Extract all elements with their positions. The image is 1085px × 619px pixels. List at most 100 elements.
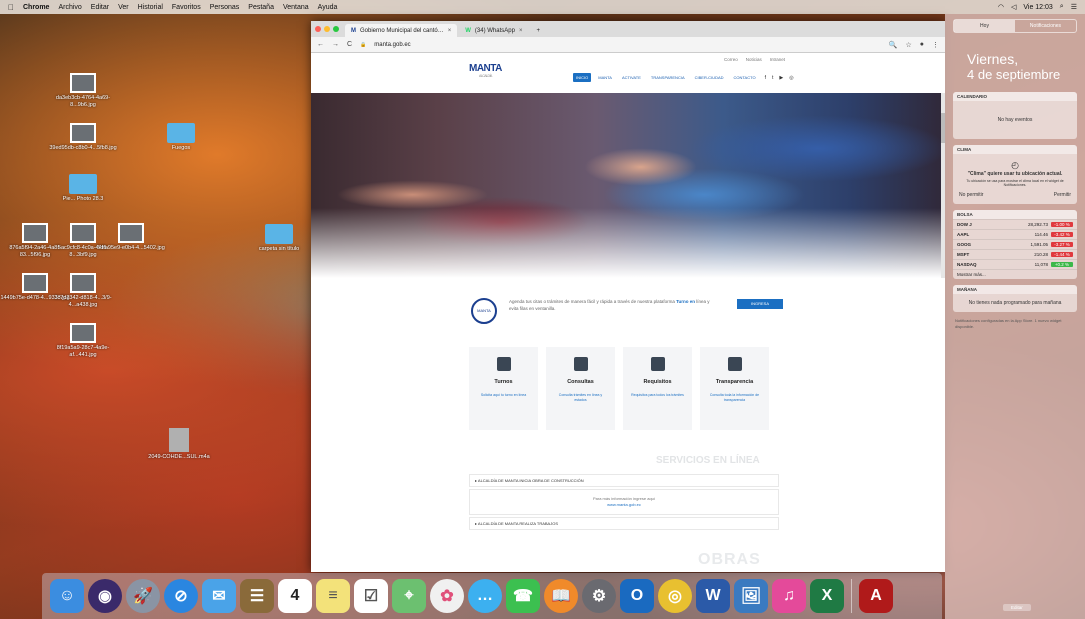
stock-change-badge[interactable]: +0.2 % xyxy=(1051,262,1073,267)
desktop-file-icon[interactable]: 3c7d2342-d818-4...3/9-4...a438.jpg xyxy=(48,273,118,308)
notification-center-icon[interactable]: ☰ xyxy=(1071,3,1077,11)
menu-historial[interactable]: Historial xyxy=(138,4,163,11)
accordion-item[interactable]: ▸ ALCALDÍA DE MANTA INICIA OBRA DE CONST… xyxy=(469,474,779,487)
stock-change-badge[interactable]: -3.42 % xyxy=(1051,232,1073,237)
desktop-file-icon[interactable]: 5dfa95e9-e0b4-4...5402.jpg xyxy=(96,223,166,252)
nav-activate[interactable]: ACTIVATE xyxy=(619,73,644,82)
spotlight-icon[interactable]: ⌕ xyxy=(1060,3,1064,11)
menu-personas[interactable]: Personas xyxy=(210,4,240,11)
dock-facetime-icon[interactable]: ☎ xyxy=(506,579,540,613)
dock-siri-icon[interactable]: ◉ xyxy=(88,579,122,613)
nav-ciber-ciudad[interactable]: CIBER-CIUDAD xyxy=(692,73,727,82)
tab-gobierno-municipal[interactable]: M Gobierno Municipal del cantó… × xyxy=(345,24,458,37)
stock-change-badge[interactable]: -1.00 % xyxy=(1051,222,1073,227)
menu-ventana[interactable]: Ventana xyxy=(283,4,309,11)
menu-editar[interactable]: Editar xyxy=(91,4,109,11)
dock-books-icon[interactable]: 📖 xyxy=(544,579,578,613)
new-tab-button[interactable]: + xyxy=(530,24,546,37)
reload-icon[interactable]: C xyxy=(347,41,352,48)
dock-notes-icon[interactable]: ≡ xyxy=(316,579,350,613)
manta-logo[interactable]: MANTA ALCALDÍA xyxy=(469,63,502,78)
stock-row[interactable]: DOW J 28,292.73 -1.00 % xyxy=(953,219,1077,229)
menubar-clock[interactable]: Vie 12:03 xyxy=(1023,4,1052,11)
stock-change-badge[interactable]: -3.27 % xyxy=(1051,242,1073,247)
card-requisitos[interactable]: Requisitos Requisitos para todos los trá… xyxy=(623,347,692,430)
dock-chrome-icon[interactable]: ◎ xyxy=(658,579,692,613)
notification-footer[interactable]: Notificaciones configuradas en la App St… xyxy=(955,318,1075,331)
dock-excel-icon[interactable]: X xyxy=(810,579,844,613)
dock-preview-icon[interactable]: 🖼 xyxy=(734,579,768,613)
back-icon[interactable]: ← xyxy=(317,41,324,48)
accordion-item[interactable]: ▸ ALCALDÍA DE MANTA REALIZA TRABAJOS xyxy=(469,517,779,530)
nav-transparencia[interactable]: TRANSPARENCIA xyxy=(648,73,688,82)
dock-maps-icon[interactable]: ⌖ xyxy=(392,579,426,613)
desktop-file-icon[interactable]: 8f19a5a9-28c7-4a9e-af...441.jpg xyxy=(48,323,118,358)
dock-word-icon[interactable]: W xyxy=(696,579,730,613)
desktop-file-icon[interactable]: 39ed95db-c8b0-4...5fb8.jpg xyxy=(48,123,118,152)
dock-reminders-icon[interactable]: ☑ xyxy=(354,579,388,613)
more-menu-icon[interactable]: ⋮ xyxy=(932,41,939,49)
menu-ayuda[interactable]: Ayuda xyxy=(318,4,338,11)
desktop-file-icon[interactable]: da3eb3cb-4764-4a69-8...9b6.jpg xyxy=(48,73,118,108)
url-field[interactable]: manta.gob.ec xyxy=(374,42,880,48)
dock-system-preferences-icon[interactable]: ⚙ xyxy=(582,579,616,613)
edit-widgets-button[interactable]: Editar xyxy=(1003,604,1031,611)
stock-row[interactable]: NASDAQ 11,078 +0.2 % xyxy=(953,259,1077,269)
nav-inicio[interactable]: INICIO xyxy=(573,73,592,82)
facebook-icon[interactable]: f xyxy=(765,75,766,81)
card-turnos[interactable]: Turnos Solicita aquí tu turno en línea xyxy=(469,347,538,430)
menu-pestana[interactable]: Pestaña xyxy=(248,4,274,11)
show-more-link[interactable]: Mostrar más... xyxy=(953,269,1077,279)
profile-avatar[interactable]: ● xyxy=(920,41,924,49)
minimize-window-icon[interactable] xyxy=(324,26,330,32)
close-window-icon[interactable] xyxy=(315,26,321,32)
close-tab-icon[interactable]: × xyxy=(448,28,452,34)
dock-finder-icon[interactable]: ☺ xyxy=(50,579,84,613)
nav-manta[interactable]: MANTA xyxy=(595,73,615,82)
tab-notificaciones[interactable]: Notificaciones xyxy=(1015,20,1076,32)
desktop-folder-icon[interactable]: Fuegos xyxy=(146,123,216,152)
search-icon[interactable]: 🔍 xyxy=(889,41,898,49)
desktop-folder-icon[interactable]: carpeta sin título xyxy=(244,224,314,253)
stock-change-badge[interactable]: -1.44 % xyxy=(1051,252,1073,257)
youtube-icon[interactable]: ▶ xyxy=(779,75,783,81)
tab-hoy[interactable]: Hoy xyxy=(954,20,1015,32)
bookmark-star-icon[interactable]: ☆ xyxy=(905,41,911,49)
dock-messages-icon[interactable]: … xyxy=(468,579,502,613)
instagram-icon[interactable]: ◎ xyxy=(789,75,793,81)
twitter-icon[interactable]: t xyxy=(772,75,773,81)
card-transparencia[interactable]: Transparencia Consulta toda la informaci… xyxy=(700,347,769,430)
stock-row[interactable]: AAPL 114.46 -3.42 % xyxy=(953,229,1077,239)
dock-outlook-icon[interactable]: O xyxy=(620,579,654,613)
nav-contacto[interactable]: CONTACTO xyxy=(731,73,759,82)
volume-icon[interactable]: ◁ xyxy=(1011,3,1016,11)
close-tab-icon[interactable]: × xyxy=(519,28,523,34)
stock-row[interactable]: MSFT 210.28 -1.44 % xyxy=(953,249,1077,259)
apple-menu-icon[interactable]:  xyxy=(8,3,14,12)
dock-photos-icon[interactable]: ✿ xyxy=(430,579,464,613)
dock-contacts-icon[interactable]: ☰ xyxy=(240,579,274,613)
dock-safari-icon[interactable]: ⊘ xyxy=(164,579,198,613)
forward-icon[interactable]: → xyxy=(332,41,339,48)
zoom-window-icon[interactable] xyxy=(333,26,339,32)
deny-location-button[interactable]: No permitir xyxy=(959,192,983,198)
dock-launchpad-icon[interactable]: 🚀 xyxy=(126,579,160,613)
menu-archivo[interactable]: Archivo xyxy=(58,4,81,11)
wifi-icon[interactable]: ◠ xyxy=(998,3,1004,11)
util-link-noticias[interactable]: Noticias xyxy=(746,57,762,62)
intro-link[interactable]: Turno en xyxy=(676,299,695,304)
tab-whatsapp[interactable]: W (34) WhatsApp × xyxy=(459,24,528,37)
util-link-intranet[interactable]: Intranet xyxy=(770,57,785,62)
stock-row[interactable]: GOOG 1,591.05 -3.27 % xyxy=(953,239,1077,249)
card-consultas[interactable]: Consultas Consulta trámites en línea y e… xyxy=(546,347,615,430)
menu-favoritos[interactable]: Favoritos xyxy=(172,4,201,11)
ingresa-button[interactable]: INGRESA xyxy=(737,299,783,309)
accordion-link[interactable]: www.manta.gob.ec xyxy=(470,502,778,508)
dock-calendar-icon[interactable]: 4 xyxy=(278,579,312,613)
menu-ver[interactable]: Ver xyxy=(118,4,129,11)
desktop-file-icon[interactable]: 2049-COHDE...SUL.m4a xyxy=(144,428,214,461)
menu-chrome[interactable]: Chrome xyxy=(23,4,49,11)
desktop-folder-icon[interactable]: Pie... Photo 28.3 xyxy=(48,174,118,203)
dock-itunes-icon[interactable]: ♫ xyxy=(772,579,806,613)
util-link-correo[interactable]: Correo xyxy=(724,57,738,62)
